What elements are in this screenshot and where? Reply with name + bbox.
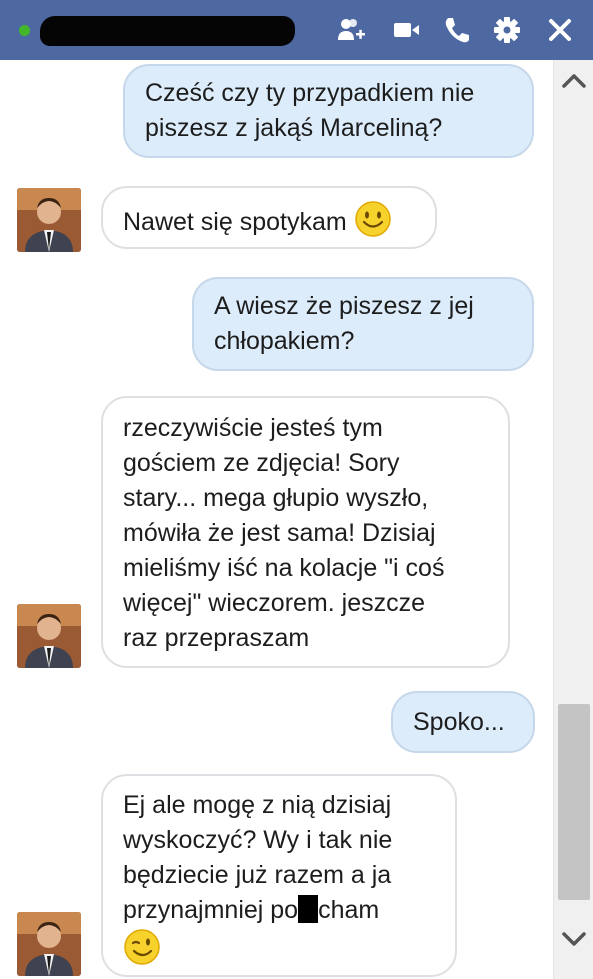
contact-name-redacted[interactable]	[40, 16, 295, 46]
message-text: przynajmniej po	[123, 896, 299, 924]
message-outgoing[interactable]: Spoko...	[391, 691, 535, 753]
scrollbar-thumb[interactable]	[558, 704, 590, 900]
message-text-line: stary... mega głupio wyszło,	[123, 484, 429, 512]
smile-emoji-icon	[354, 201, 391, 237]
message-text: cham	[318, 896, 380, 924]
message-list[interactable]: Cześć czy ty przypadkiem nie piszesz z j…	[0, 60, 553, 979]
chat-header	[0, 0, 593, 60]
message-text-line: rzeczywiście jesteś tym	[123, 414, 383, 442]
message-text-line	[123, 928, 435, 970]
message-text-line: mówiła że jest sama! Dzisiaj	[123, 519, 436, 547]
video-call-icon[interactable]	[389, 13, 423, 47]
message-text-line: mieliśmy iść na kolacje "i coś	[123, 554, 445, 582]
message-text-line: wyskoczyć? Wy i tak nie	[123, 826, 393, 854]
add-friend-icon[interactable]	[334, 13, 368, 47]
message-incoming[interactable]: Ej ale mogę z nią dzisiaj wyskoczyć? Wy …	[101, 774, 457, 977]
close-icon[interactable]	[543, 13, 577, 47]
message-incoming[interactable]: Nawet się spotykam	[101, 186, 437, 249]
phone-icon[interactable]	[439, 13, 473, 47]
message-text-line: Spoko...	[413, 708, 505, 736]
chevron-down-icon[interactable]	[557, 922, 591, 956]
message-text-line: chłopakiem?	[214, 327, 355, 355]
contact-avatar[interactable]	[17, 604, 81, 668]
wink-emoji-icon	[124, 929, 160, 965]
message-text-line: gościem ze zdjęcia! Sory	[123, 449, 400, 477]
message-text: Nawet się spotykam	[123, 208, 347, 236]
message-text-line: Nawet się spotykam	[123, 200, 415, 240]
message-text-line: Cześć czy ty przypadkiem nie	[145, 79, 475, 107]
message-outgoing[interactable]: A wiesz że piszesz z jej chłopakiem?	[192, 277, 534, 371]
message-text-line: przynajmniej po cham	[123, 893, 435, 928]
chevron-up-icon[interactable]	[557, 64, 591, 98]
scrollbar[interactable]	[553, 60, 593, 979]
message-incoming[interactable]: rzeczywiście jesteś tym gościem ze zdjęc…	[101, 396, 510, 668]
online-status-dot	[19, 25, 30, 36]
redaction-block	[298, 895, 319, 923]
contact-avatar[interactable]	[17, 188, 81, 252]
contact-avatar[interactable]	[17, 912, 81, 976]
message-text-line: A wiesz że piszesz z jej	[214, 292, 474, 320]
message-text-line: więcej" wieczorem. jeszcze	[123, 589, 426, 617]
message-text-line: raz przepraszam	[123, 624, 310, 652]
message-outgoing[interactable]: Cześć czy ty przypadkiem nie piszesz z j…	[123, 64, 534, 158]
message-text-line: piszesz z jakąś Marceliną?	[145, 114, 443, 142]
message-text-line: będziecie już razem a ja	[123, 861, 392, 889]
message-text-line: Ej ale mogę z nią dzisiaj	[123, 791, 392, 819]
gear-icon[interactable]	[490, 13, 524, 47]
